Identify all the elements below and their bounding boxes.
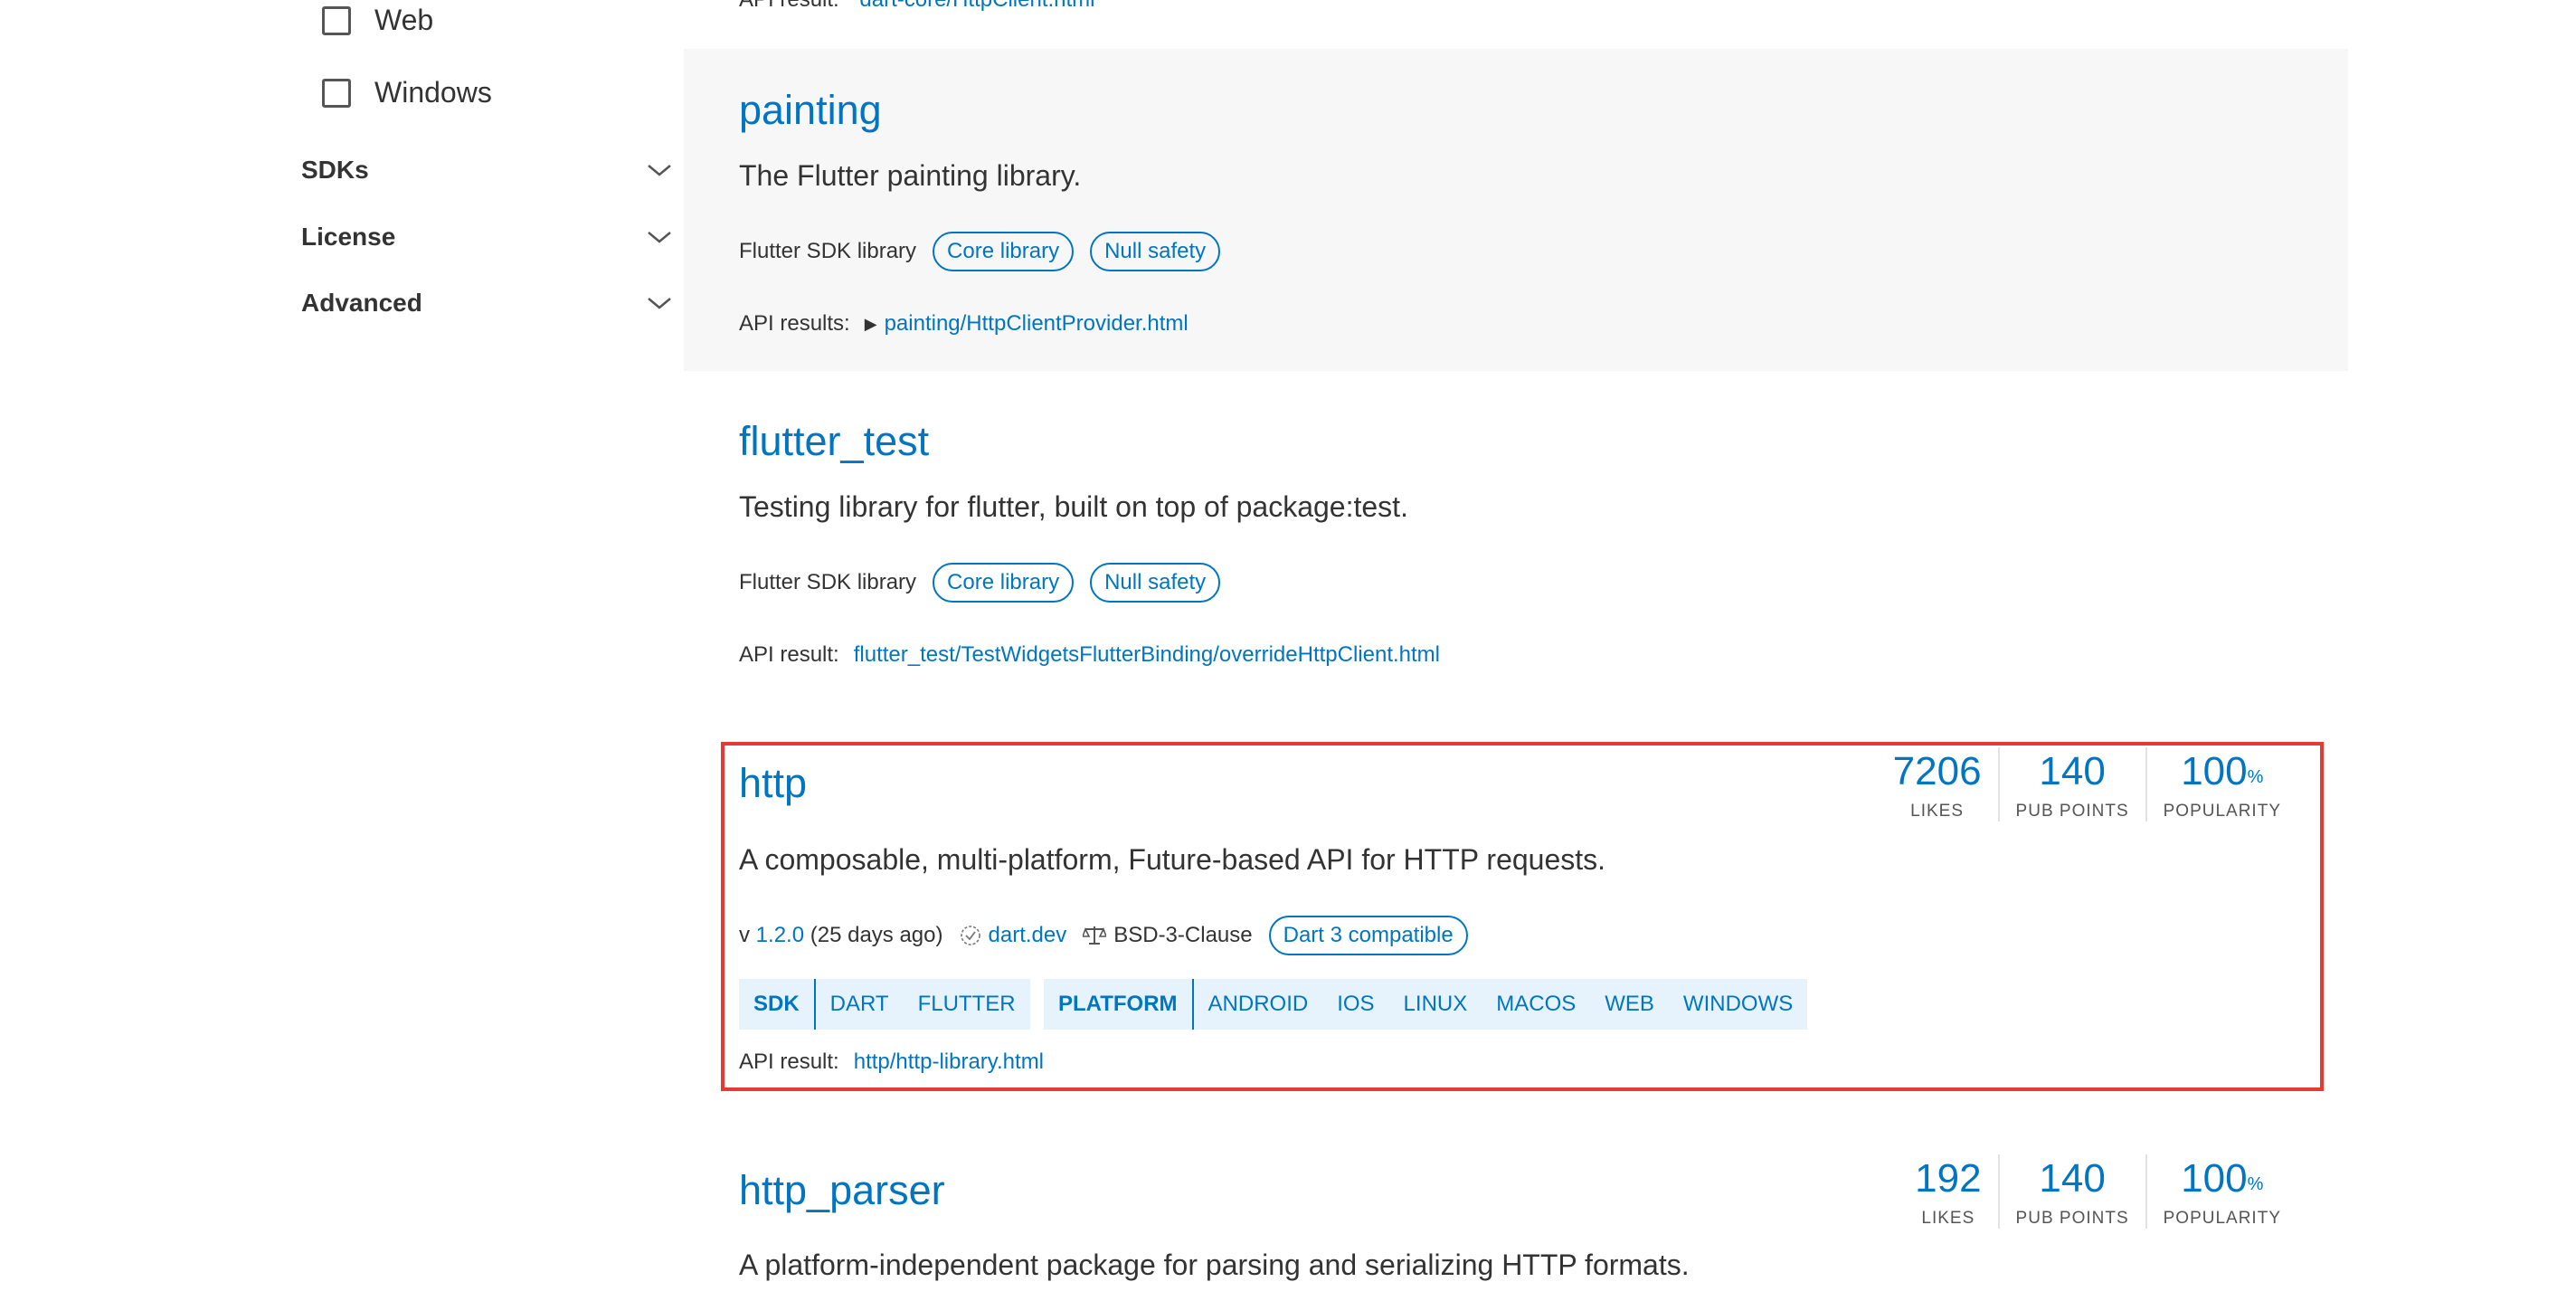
popularity-label: POPULARITY bbox=[2163, 1209, 2281, 1228]
package-description: The Flutter painting library. bbox=[739, 159, 1082, 192]
source-label: Flutter SDK library bbox=[739, 570, 917, 594]
chevron-down-icon[interactable] bbox=[647, 163, 672, 177]
selection-highlight bbox=[721, 742, 2324, 1091]
pub-points-label: PUB POINTS bbox=[2015, 1209, 2129, 1228]
package-description: Testing library for flutter, built on to… bbox=[739, 490, 1408, 523]
checkbox-web[interactable]: Web bbox=[322, 4, 433, 37]
null-safety-chip[interactable]: Null safety bbox=[1090, 563, 1221, 603]
pub-points-value: 140 bbox=[2039, 1156, 2106, 1201]
chevron-down-icon[interactable] bbox=[647, 296, 672, 310]
checkbox-label: Windows bbox=[374, 76, 492, 109]
popularity-stat[interactable]: 100% POPULARITY bbox=[2145, 1154, 2297, 1229]
clipped-api-link[interactable]: dart-core/HttpClient.html bbox=[859, 0, 1094, 12]
package-description: A platform-independent package for parsi… bbox=[739, 1249, 1690, 1281]
result-card-painting: painting The Flutter painting library. F… bbox=[684, 49, 2348, 371]
package-title[interactable]: painting bbox=[739, 87, 882, 134]
popularity-value: 100% bbox=[2181, 1156, 2264, 1201]
checkbox-box[interactable] bbox=[322, 78, 351, 108]
likes-value: 192 bbox=[1915, 1156, 1982, 1201]
section-license[interactable]: License bbox=[301, 223, 672, 252]
core-library-chip[interactable]: Core library bbox=[933, 563, 1075, 603]
checkbox-label: Web bbox=[374, 4, 434, 36]
clipped-api-result: API result: dart-core/HttpClient.html bbox=[739, 0, 1094, 13]
package-meta: Flutter SDK library Core library Null sa… bbox=[739, 232, 1221, 271]
api-label: API result: bbox=[739, 642, 839, 667]
source-label: Flutter SDK library bbox=[739, 239, 917, 263]
section-sdks[interactable]: SDKs bbox=[301, 156, 672, 185]
chevron-down-icon[interactable] bbox=[647, 230, 672, 244]
checkbox-windows[interactable]: Windows bbox=[322, 76, 492, 109]
checkbox-box[interactable] bbox=[322, 5, 351, 35]
core-library-chip[interactable]: Core library bbox=[933, 232, 1075, 271]
pub-points-stat[interactable]: 140 PUB POINTS bbox=[1997, 1154, 2145, 1229]
section-advanced[interactable]: Advanced bbox=[301, 289, 672, 318]
package-meta: Flutter SDK library Core library Null sa… bbox=[739, 563, 1221, 603]
package-title[interactable]: http_parser bbox=[739, 1167, 945, 1214]
expand-triangle-icon[interactable]: ▶ bbox=[865, 315, 877, 334]
api-results: API results: ▶ painting/HttpClientProvid… bbox=[739, 311, 1189, 337]
package-title[interactable]: flutter_test bbox=[739, 418, 929, 465]
likes-stat[interactable]: 192 LIKES bbox=[1899, 1154, 1997, 1229]
api-link[interactable]: flutter_test/TestWidgetsFlutterBinding/o… bbox=[854, 642, 1440, 668]
result-card-flutter-test: flutter_test Testing library for flutter… bbox=[684, 380, 2348, 697]
section-title: Advanced bbox=[301, 289, 422, 317]
section-title: License bbox=[301, 223, 396, 251]
package-stats: 192 LIKES 140 PUB POINTS 100% POPULARITY bbox=[1899, 1154, 2297, 1229]
result-card-http-parser: http_parser 192 LIKES 140 PUB POINTS 100… bbox=[684, 1131, 2348, 1301]
api-link[interactable]: painting/HttpClientProvider.html bbox=[885, 311, 1189, 337]
section-title: SDKs bbox=[301, 156, 369, 184]
api-label: API results: bbox=[739, 311, 850, 336]
likes-label: LIKES bbox=[1921, 1209, 1975, 1228]
null-safety-chip[interactable]: Null safety bbox=[1090, 232, 1221, 271]
api-results: API result: flutter_test/TestWidgetsFlut… bbox=[739, 642, 1440, 668]
